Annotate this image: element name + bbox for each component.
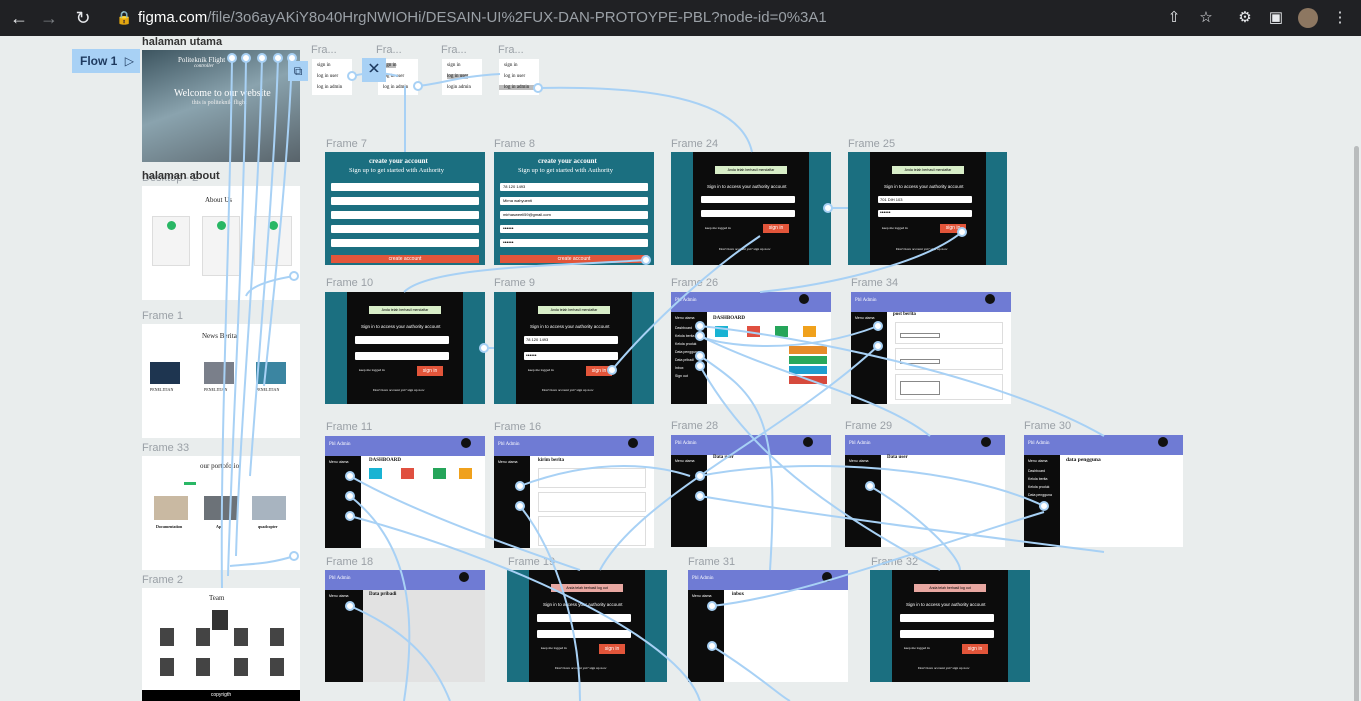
connection-line: [519, 465, 691, 487]
share-icon[interactable]: ⇧: [1164, 8, 1184, 28]
connection-node[interactable]: [515, 501, 525, 511]
connection-line: [699, 355, 774, 571]
connection-node[interactable]: [695, 321, 705, 331]
connection-node[interactable]: [695, 491, 705, 501]
connection-line: [249, 57, 279, 477]
connection-node[interactable]: [287, 53, 297, 63]
connection-node[interactable]: [345, 491, 355, 501]
address-bar[interactable]: 🔒 figma.com/file/3o6ayAKiY8o40HrgNWIOHi/…: [104, 4, 1224, 32]
connection-node[interactable]: [347, 71, 357, 81]
connection-node[interactable]: [345, 471, 355, 481]
connection-node[interactable]: [695, 471, 705, 481]
connection-node[interactable]: [957, 227, 967, 237]
connection-line: [349, 475, 581, 571]
connection-line: [351, 72, 399, 77]
connection-node[interactable]: [533, 83, 543, 93]
prototype-connections: [220, 53, 1105, 701]
connection-node[interactable]: [515, 481, 525, 491]
connection-node[interactable]: [241, 53, 251, 63]
connection-node[interactable]: [823, 203, 833, 213]
connection-node[interactable]: [873, 341, 883, 351]
connection-line: [711, 511, 1045, 607]
connection-line: [235, 57, 263, 557]
connection-node[interactable]: [607, 365, 617, 375]
connection-node[interactable]: [695, 331, 705, 341]
back-arrow-icon[interactable]: ←: [8, 7, 30, 29]
connection-node[interactable]: [695, 351, 705, 361]
profile-avatar[interactable]: [1298, 8, 1318, 28]
connection-node[interactable]: [873, 321, 883, 331]
figma-canvas[interactable]: Flow 1 ▷ halaman utama Desktop - 2 halama…: [0, 36, 1361, 701]
connection-node[interactable]: [345, 511, 355, 521]
connection-node[interactable]: [273, 53, 283, 63]
connection-node[interactable]: [227, 53, 237, 63]
connection-node[interactable]: [641, 255, 651, 265]
connection-node[interactable]: [865, 481, 875, 491]
connection-line: [349, 515, 701, 701]
menu-dots-icon[interactable]: ⋮: [1330, 8, 1350, 28]
browser-toolbar: ← → ↻ 🔒 figma.com/file/3o6ayAKiY8o40HrgN…: [0, 0, 1361, 36]
connection-line: [699, 365, 941, 571]
forward-arrow-icon[interactable]: →: [38, 7, 60, 29]
connection-line: [699, 335, 931, 437]
connection-node[interactable]: [707, 641, 717, 651]
connection-node[interactable]: [345, 601, 355, 611]
url-host: figma.com: [138, 9, 208, 26]
side-panel-icon[interactable]: ▣: [1266, 8, 1286, 28]
reload-icon[interactable]: ↻: [72, 7, 94, 29]
connection-line: [417, 73, 501, 87]
connection-line: [599, 345, 879, 571]
url-path: /file/3o6ayAKiY8o40HrgNWIOHi/DESAIN-UI%2…: [207, 9, 827, 26]
connection-node[interactable]: [707, 601, 717, 611]
connection-line: [711, 645, 791, 701]
connection-node[interactable]: [289, 271, 299, 281]
connection-line: [537, 86, 753, 153]
extensions-icon[interactable]: ⚙: [1235, 8, 1255, 28]
connection-node[interactable]: [695, 361, 705, 371]
connection-node[interactable]: [413, 81, 423, 91]
connection-line: [759, 231, 963, 293]
connection-line: [245, 275, 295, 297]
connection-line: [611, 235, 761, 371]
connection-node[interactable]: [257, 53, 267, 63]
connection-node[interactable]: [289, 551, 299, 561]
connection-line: [519, 505, 581, 701]
connection-line: [403, 259, 647, 293]
connection-line: [229, 555, 295, 567]
lock-icon: 🔒: [116, 10, 133, 25]
connection-node[interactable]: [479, 343, 489, 353]
connection-line: [349, 605, 451, 701]
connection-line: [349, 495, 411, 701]
connection-node[interactable]: [1039, 501, 1049, 511]
scrollbar-thumb[interactable]: [1354, 146, 1359, 701]
canvas-scrollbar[interactable]: [1351, 146, 1361, 701]
bookmark-star-icon[interactable]: ☆: [1196, 8, 1216, 28]
